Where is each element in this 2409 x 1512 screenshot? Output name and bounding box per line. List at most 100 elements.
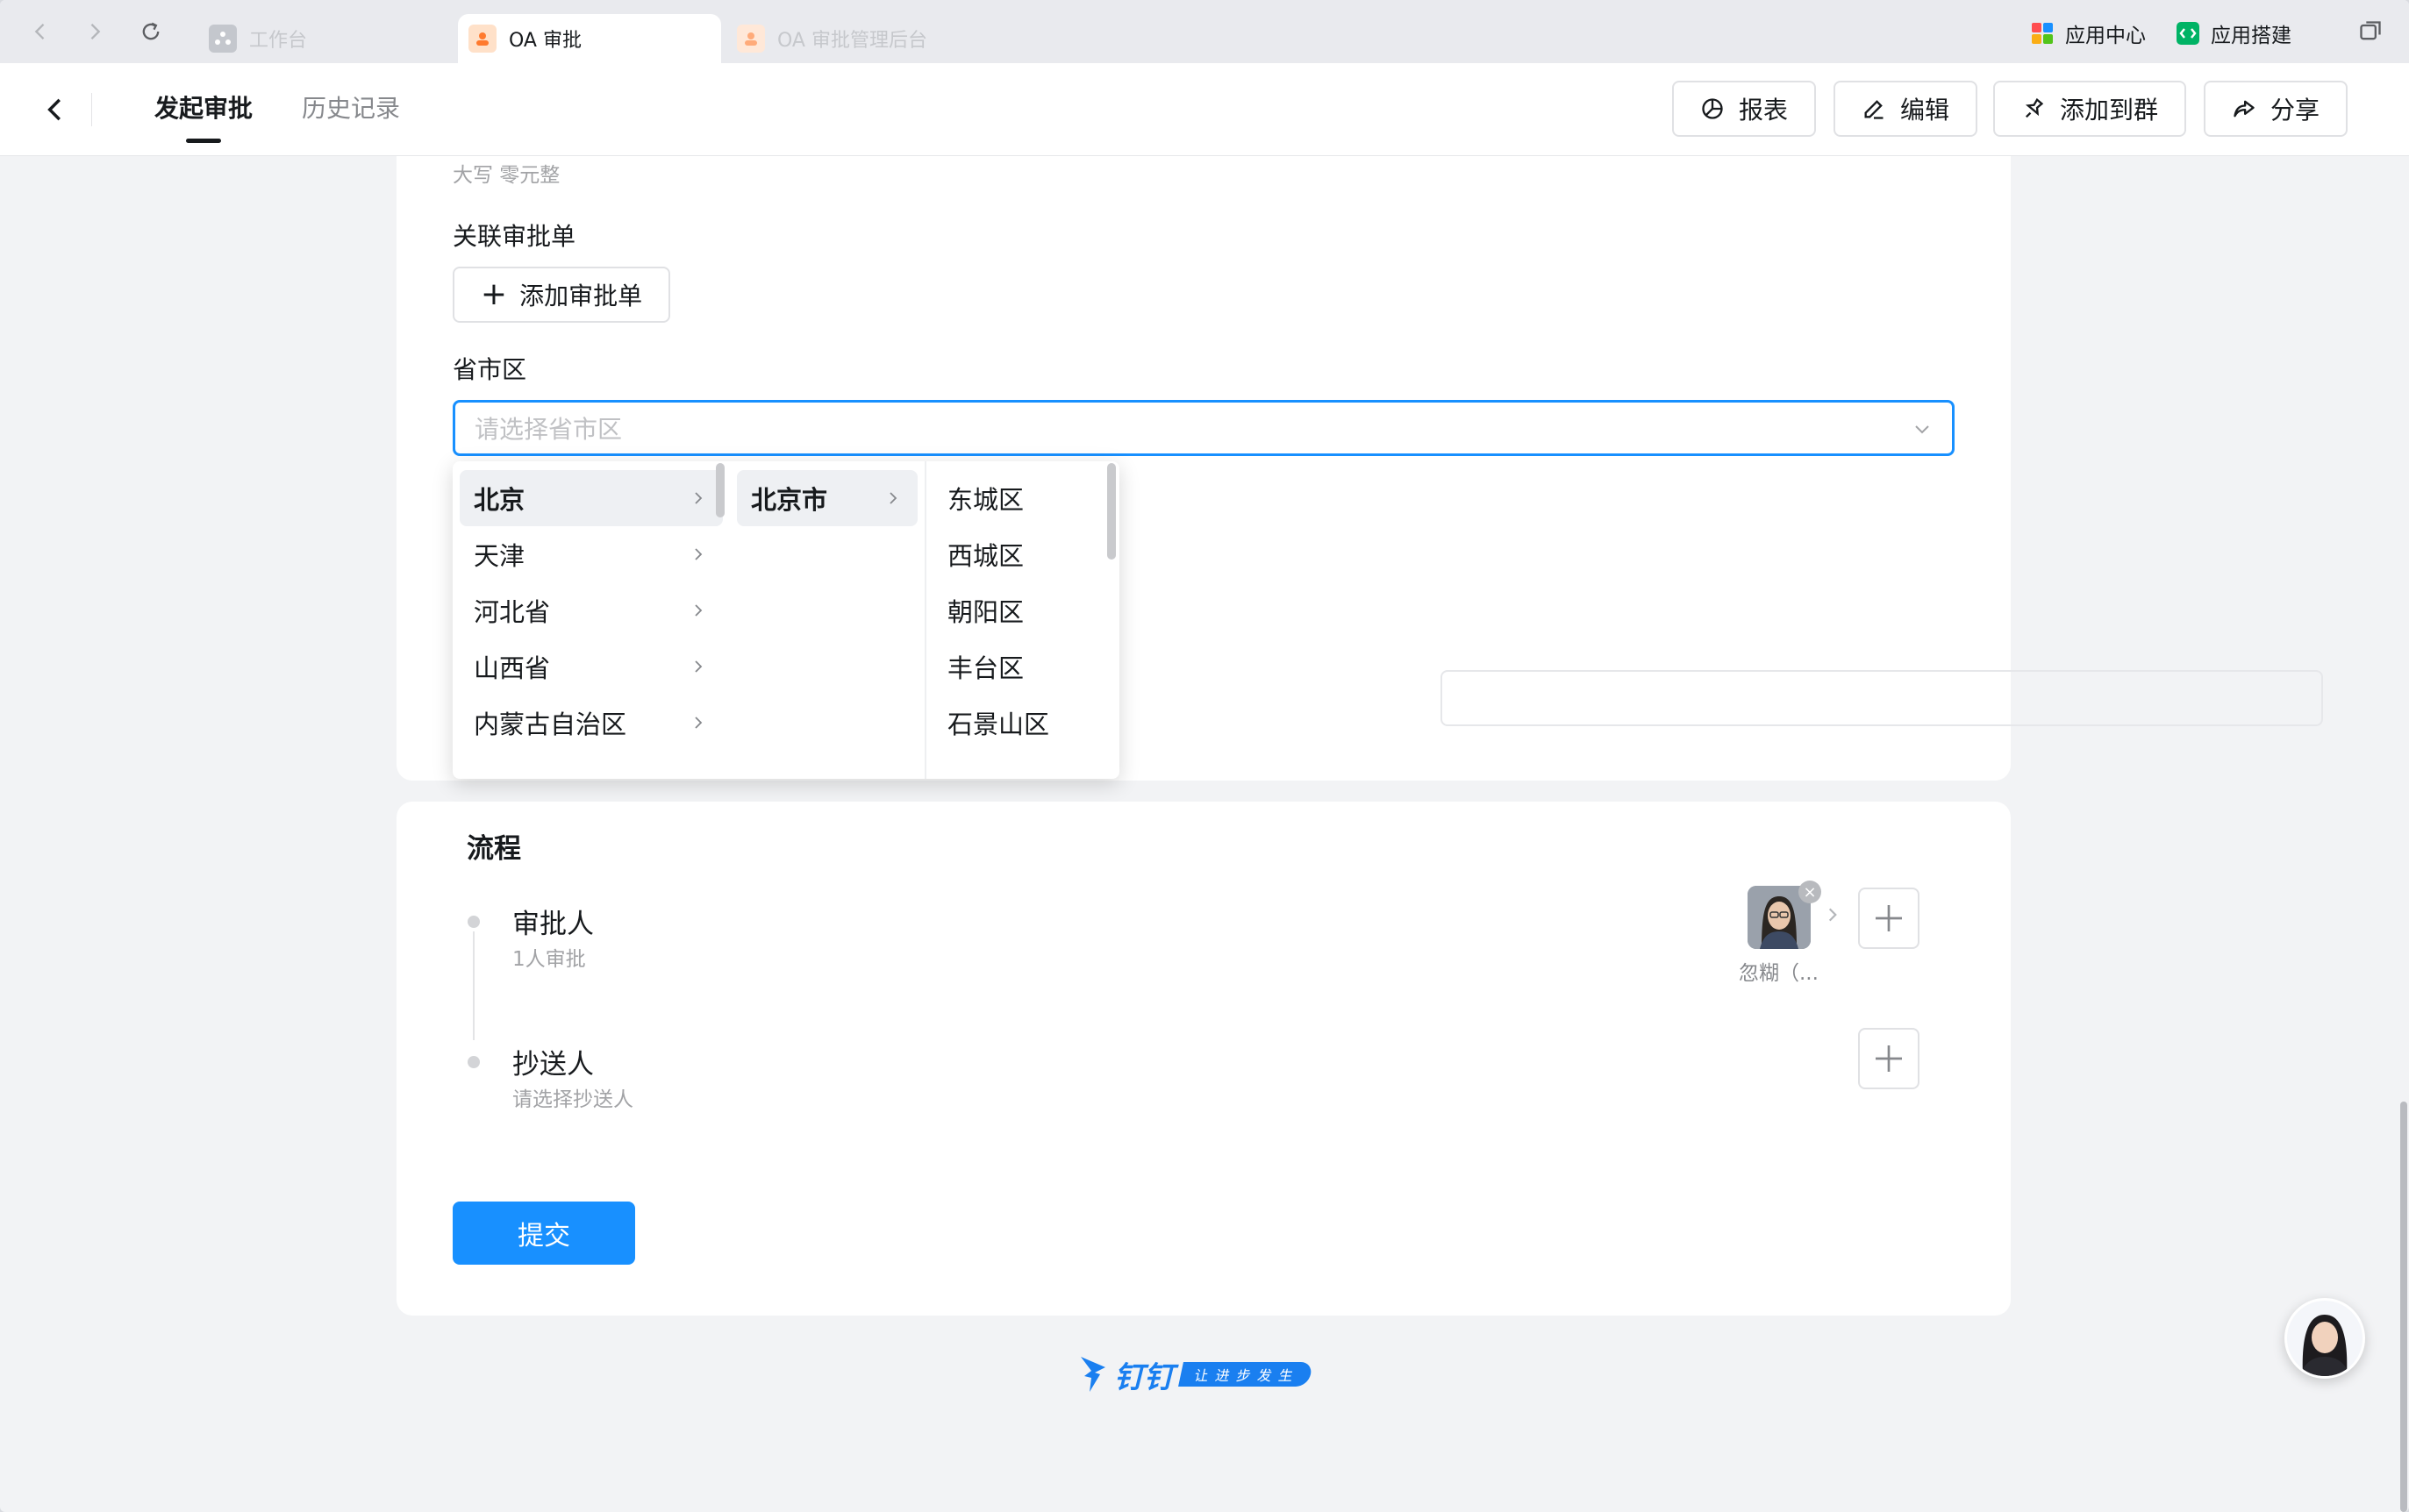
cc-step-dot	[468, 1056, 480, 1068]
active-tab-indicator	[186, 139, 221, 143]
forward-nav-icon[interactable]	[79, 16, 111, 47]
province-option[interactable]: 内蒙古自治区	[460, 695, 723, 751]
chevron-right-icon	[695, 660, 703, 673]
chevron-right-icon	[695, 717, 703, 729]
brand-name: 钉钉	[1114, 1359, 1174, 1395]
submit-button[interactable]: 提交	[453, 1202, 635, 1265]
app-builder-link[interactable]: 应用搭建	[2176, 18, 2291, 49]
process-title: 流程	[467, 833, 521, 865]
app-center-label: 应用中心	[2065, 25, 2146, 47]
refresh-icon[interactable]	[135, 16, 167, 47]
add-to-group-button[interactable]: 添加到群	[1993, 81, 2186, 137]
chevron-right-icon	[695, 548, 703, 560]
province-option[interactable]: 天津	[460, 526, 723, 582]
process-card: 流程 审批人 1人审批 × 忽糊（... 抄送人 请选择抄送人 提交	[397, 802, 2011, 1316]
cc-step-title: 抄送人	[512, 1049, 594, 1081]
app-builder-icon	[2177, 22, 2199, 45]
region-cascader-dropdown: 北京 天津 河北省 山西省 内蒙古自治区 北京市 东城区 西城区 朝阳区 丰台区…	[453, 461, 1119, 779]
oa-admin-icon	[737, 25, 765, 53]
approver-name: 忽糊（...	[1739, 962, 1819, 985]
report-button[interactable]: 报表	[1672, 81, 1816, 137]
option-label: 西城区	[947, 541, 1025, 571]
option-label: 北京市	[751, 485, 828, 515]
pin-icon	[2025, 97, 2044, 118]
tab-start-approval[interactable]: 发起审批	[154, 89, 253, 125]
remove-approver-icon[interactable]: ×	[1798, 881, 1821, 903]
related-approval-label: 关联审批单	[453, 222, 576, 251]
page-scrollbar[interactable]	[2400, 1102, 2407, 1512]
province-option[interactable]: 北京	[460, 470, 723, 526]
app-center-icon	[2032, 23, 2053, 44]
add-cc-button[interactable]	[1858, 1028, 1919, 1089]
app-center-link[interactable]: 应用中心	[2030, 18, 2146, 49]
dingtalk-logo-icon	[1081, 1357, 1105, 1392]
tab-history[interactable]: 历史记录	[302, 89, 400, 125]
app-window: 工作台 OA 审批 OA 审批管理后台 应用中心 应用搭建 发起审批 历史记录 …	[0, 0, 2409, 1512]
add-to-group-label: 添加到群	[2059, 96, 2158, 125]
approver-step-title: 审批人	[512, 909, 594, 940]
share-label: 分享	[2270, 96, 2320, 125]
chevron-right-icon	[695, 604, 703, 617]
add-approval-button[interactable]: + 添加审批单	[453, 267, 670, 323]
province-option[interactable]: 山西省	[460, 638, 723, 695]
approver-step-dot	[468, 916, 480, 928]
district-option[interactable]: 东城区	[933, 470, 1112, 526]
approver-step-subtitle: 1人审批	[512, 948, 586, 971]
plus-icon	[1876, 905, 1902, 931]
province-option[interactable]: 河北省	[460, 582, 723, 638]
cc-step-subtitle: 请选择抄送人	[512, 1088, 633, 1111]
option-label: 北京	[474, 485, 525, 515]
header-divider	[91, 93, 92, 126]
plus-icon	[1876, 1045, 1902, 1072]
district-option[interactable]: 石景山区	[933, 695, 1112, 751]
chevron-right-icon	[695, 492, 703, 504]
province-column: 北京 天津 河北省 山西省 内蒙古自治区	[453, 461, 730, 779]
tab-label: OA 审批	[509, 30, 582, 52]
district-option[interactable]: 西城区	[933, 526, 1112, 582]
amount-uppercase-hint: 大写 零元整	[453, 164, 561, 187]
option-label: 朝阳区	[947, 597, 1025, 627]
district-option[interactable]: 丰台区	[933, 638, 1112, 695]
district-scrollbar[interactable]	[1107, 463, 1116, 560]
tab-workbench[interactable]: 工作台	[198, 14, 453, 63]
report-label: 报表	[1738, 96, 1788, 125]
add-approval-label: 添加审批单	[519, 282, 643, 310]
option-label: 丰台区	[947, 653, 1025, 683]
window-switch-icon[interactable]	[2355, 16, 2386, 47]
region-label: 省市区	[453, 355, 527, 384]
back-arrow-icon[interactable]	[39, 93, 72, 126]
add-approver-button[interactable]	[1858, 888, 1919, 949]
edit-icon	[1864, 100, 1884, 119]
app-builder-label: 应用搭建	[2211, 25, 2291, 47]
dingtalk-brand: 钉钉 让进步发生	[1079, 1352, 1313, 1396]
district-column: 东城区 西城区 朝阳区 丰台区 石景山区	[925, 461, 1119, 779]
tab-oa-approval[interactable]: OA 审批	[458, 14, 721, 63]
page-header: 发起审批 历史记录 报表 编辑 添加到群 分享	[0, 63, 2409, 156]
region-placeholder: 请选择省市区	[475, 415, 623, 444]
tab-label: OA 审批管理后台	[777, 30, 927, 52]
plus-icon: +	[480, 276, 508, 312]
option-label: 山西省	[474, 653, 551, 683]
city-column: 北京市	[730, 461, 925, 779]
assistant-avatar-button[interactable]	[2284, 1298, 2365, 1379]
share-button[interactable]: 分享	[2204, 81, 2348, 137]
option-label: 河北省	[474, 597, 551, 627]
chevron-right-icon	[890, 492, 897, 504]
oa-approval-icon	[468, 25, 497, 53]
chevron-right-icon	[1828, 908, 1837, 922]
back-nav-icon[interactable]	[25, 16, 56, 47]
workbench-icon	[209, 25, 237, 53]
report-icon	[1702, 98, 1723, 119]
city-option[interactable]: 北京市	[737, 470, 918, 526]
tab-oa-admin[interactable]: OA 审批管理后台	[726, 14, 1025, 63]
option-label: 石景山区	[947, 710, 1050, 739]
share-icon	[2234, 100, 2255, 118]
district-option[interactable]: 朝阳区	[933, 582, 1112, 638]
chevron-down-icon	[1915, 425, 1929, 434]
region-select[interactable]: 请选择省市区	[453, 400, 1955, 456]
option-label: 东城区	[947, 485, 1025, 515]
option-label: 天津	[474, 541, 525, 571]
hidden-field-input[interactable]	[1440, 670, 2323, 726]
edit-button[interactable]: 编辑	[1834, 81, 1977, 137]
province-scrollbar[interactable]	[716, 463, 725, 517]
